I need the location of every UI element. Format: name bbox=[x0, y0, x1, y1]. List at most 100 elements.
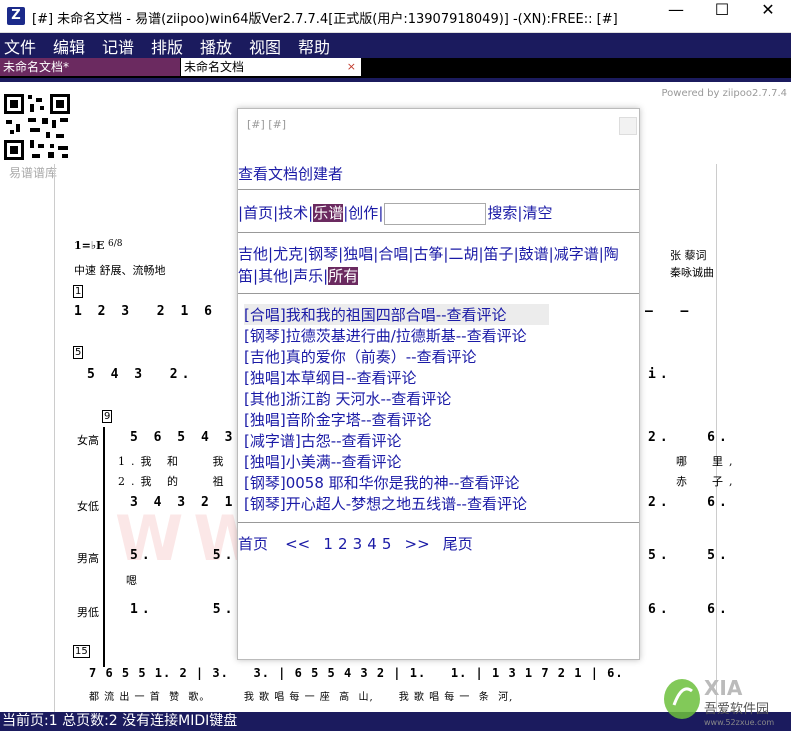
maximize-button[interactable]: ☐ bbox=[699, 0, 745, 32]
search-button[interactable]: 搜索 bbox=[487, 204, 517, 222]
window-title: [#] 未命名文档 - 易谱(ziipoo)win64版Ver2.7.7.4[正… bbox=[32, 12, 618, 27]
notes-line-2-end: i. bbox=[648, 367, 672, 382]
qr-code-icon bbox=[2, 92, 72, 162]
menu-notation[interactable]: 记谱 bbox=[102, 34, 134, 58]
lyric-line-1-end: 哪 里, bbox=[676, 455, 739, 468]
notes-line-2: 5 4 3 2. bbox=[87, 367, 194, 382]
site-logo-icon: XIA 吾爱软件园 www.52zxue.com bbox=[664, 676, 774, 727]
composer-credit: 秦咏诚曲 bbox=[670, 266, 714, 279]
result-item[interactable]: [钢琴]开心超人-梦想之地五线谱--查看评论 bbox=[244, 493, 527, 514]
menu-file[interactable]: 文件 bbox=[4, 34, 36, 58]
category-other[interactable]: 其他 bbox=[258, 267, 288, 285]
category-list: 吉他|尤克|钢琴|独唱|合唱|古筝|二胡|笛子|鼓谱|减字谱|陶笛|其他|声乐|… bbox=[238, 245, 619, 285]
divider bbox=[238, 522, 639, 523]
voice-label: 女低 bbox=[77, 500, 99, 513]
pager-page[interactable]: 3 bbox=[353, 535, 363, 553]
tab-bar-empty bbox=[362, 58, 791, 76]
nav-tech-link[interactable]: 技术 bbox=[278, 204, 308, 222]
notes-line-1-end: – – bbox=[645, 304, 693, 319]
notes-alto-end: 2. 6. bbox=[648, 495, 731, 510]
tab-bar: 未命名文档* 未命名文档 × bbox=[0, 58, 791, 78]
divider bbox=[238, 232, 639, 233]
system-brace bbox=[103, 427, 111, 667]
result-item[interactable]: [钢琴]0058 耶和华你是我的神--查看评论 bbox=[244, 472, 519, 493]
tab-untitled[interactable]: 未命名文档 × bbox=[181, 58, 361, 76]
result-item[interactable]: [钢琴]拉德茨基进行曲/拉德斯基--查看评论 bbox=[244, 325, 527, 346]
nav-home-link[interactable]: 首页 bbox=[243, 204, 273, 222]
svg-text:XIA: XIA bbox=[704, 676, 743, 700]
notes-line-5: 7 6 5 5 1. 2 | 3. 3. | 6 5 5 4 3 2 | 1. … bbox=[89, 666, 624, 680]
search-input[interactable] bbox=[384, 202, 487, 225]
category-guzheng[interactable]: 古筝 bbox=[413, 245, 443, 263]
category-flute[interactable]: 笛子 bbox=[484, 245, 514, 263]
nav-create-link[interactable]: 创作 bbox=[348, 204, 378, 222]
site-logo-text: 吾爱软件园 bbox=[704, 702, 769, 717]
pager-last[interactable]: 尾页 bbox=[443, 535, 473, 553]
category-ukulele[interactable]: 尤克 bbox=[273, 245, 303, 263]
menu-bar: 文件 编辑 记谱 排版 播放 视图 帮助 bbox=[0, 33, 791, 58]
tab-close-icon[interactable]: × bbox=[347, 58, 356, 76]
category-guitar[interactable]: 吉他 bbox=[238, 245, 268, 263]
category-all[interactable]: 所有 bbox=[328, 267, 359, 285]
minimize-button[interactable]: — bbox=[653, 0, 699, 32]
menu-play[interactable]: 播放 bbox=[200, 34, 232, 58]
result-item[interactable]: [其他]浙江韵 天河水--查看评论 bbox=[244, 388, 451, 409]
title-bar: Z [#] 未命名文档 - 易谱(ziipoo)win64版Ver2.7.7.4… bbox=[0, 0, 791, 33]
pager-page[interactable]: 5 bbox=[382, 535, 392, 553]
pager-first[interactable]: 首页 bbox=[238, 535, 268, 553]
tenor-lyric: 嗯 bbox=[126, 574, 143, 587]
menu-edit[interactable]: 编辑 bbox=[53, 34, 85, 58]
category-jianzipu[interactable]: 减字谱 bbox=[554, 245, 599, 263]
measure-number: 15 bbox=[73, 645, 90, 658]
category-drums[interactable]: 鼓谱 bbox=[519, 245, 549, 263]
tab-untitled-modified[interactable]: 未命名文档* bbox=[0, 58, 180, 76]
notes-soprano-end: 2. 6. bbox=[648, 430, 731, 445]
notes-tenor: 5. 5. bbox=[130, 548, 237, 563]
result-item[interactable]: [合唱]我和我的祖国四部合唱--查看评论 bbox=[244, 304, 549, 325]
pager-page[interactable]: 1 bbox=[323, 535, 333, 553]
lyric-line-2-end: 赤 子, bbox=[676, 475, 739, 488]
category-vocal[interactable]: 声乐 bbox=[293, 267, 323, 285]
pager-prev[interactable]: << bbox=[285, 535, 310, 553]
nav-row: |首页|技术|乐谱|创作| 搜索|清空 bbox=[238, 202, 552, 225]
notes-bass-end: 6. 6. bbox=[648, 602, 731, 617]
pager-next[interactable]: >> bbox=[405, 535, 430, 553]
time-signature: 6/8 bbox=[108, 239, 123, 249]
result-item[interactable]: [独唱]本草纲目--查看评论 bbox=[244, 367, 417, 388]
divider bbox=[238, 189, 639, 190]
result-item[interactable]: [减字谱]古怨--查看评论 bbox=[244, 430, 402, 451]
qr-label: 易谱谱库 bbox=[9, 166, 58, 180]
result-item[interactable]: [吉他]真的爱你（前奏）--查看评论 bbox=[244, 346, 477, 367]
category-solo[interactable]: 独唱 bbox=[343, 245, 373, 263]
measure-number: 9 bbox=[102, 410, 113, 423]
powered-by-text: Powered by ziipoo2.7.7.4 bbox=[661, 88, 787, 99]
divider bbox=[238, 293, 639, 294]
voice-label: 男高 bbox=[77, 552, 99, 565]
clear-button[interactable]: 清空 bbox=[522, 204, 552, 222]
category-erhu[interactable]: 二胡 bbox=[448, 245, 478, 263]
close-button[interactable]: ✕ bbox=[745, 0, 791, 32]
tempo-marking: 中速 舒展、流畅地 bbox=[74, 264, 166, 277]
menu-view[interactable]: 视图 bbox=[249, 34, 281, 58]
app-logo-icon: Z bbox=[7, 7, 25, 25]
lyricist-credit: 张 藜词 bbox=[670, 249, 707, 262]
pager-page[interactable]: 4 bbox=[367, 535, 377, 553]
popup-close-button[interactable] bbox=[619, 117, 637, 135]
measure-number: 5 bbox=[73, 346, 84, 359]
menu-help[interactable]: 帮助 bbox=[298, 34, 330, 58]
popup-title: [#] [#] bbox=[247, 118, 287, 131]
creator-link[interactable]: 查看文档创建者 bbox=[238, 163, 343, 184]
nav-score-link[interactable]: 乐谱 bbox=[313, 204, 344, 222]
result-item[interactable]: [独唱]音阶金字塔--查看评论 bbox=[244, 409, 432, 430]
voice-label: 男低 bbox=[77, 606, 99, 619]
lyric-line-5: 都 流 出 一 首 赞 歌。 我 歌 唱 每 一 座 高 山, 我 歌 唱 每 … bbox=[89, 692, 514, 703]
measure-number: 1 bbox=[73, 285, 84, 298]
result-item[interactable]: [独唱]小美满--查看评论 bbox=[244, 451, 402, 472]
menu-layout[interactable]: 排版 bbox=[151, 34, 183, 58]
pager-page[interactable]: 2 bbox=[338, 535, 348, 553]
score-library-popup: [#] [#] 查看文档创建者 |首页|技术|乐谱|创作| 搜索|清空 吉他|尤克… bbox=[237, 108, 640, 660]
category-piano[interactable]: 钢琴 bbox=[308, 245, 338, 263]
site-logo-url: www.52zxue.com bbox=[704, 718, 774, 727]
notes-tenor-end: 5. 5. bbox=[648, 548, 731, 563]
category-chorus[interactable]: 合唱 bbox=[378, 245, 408, 263]
